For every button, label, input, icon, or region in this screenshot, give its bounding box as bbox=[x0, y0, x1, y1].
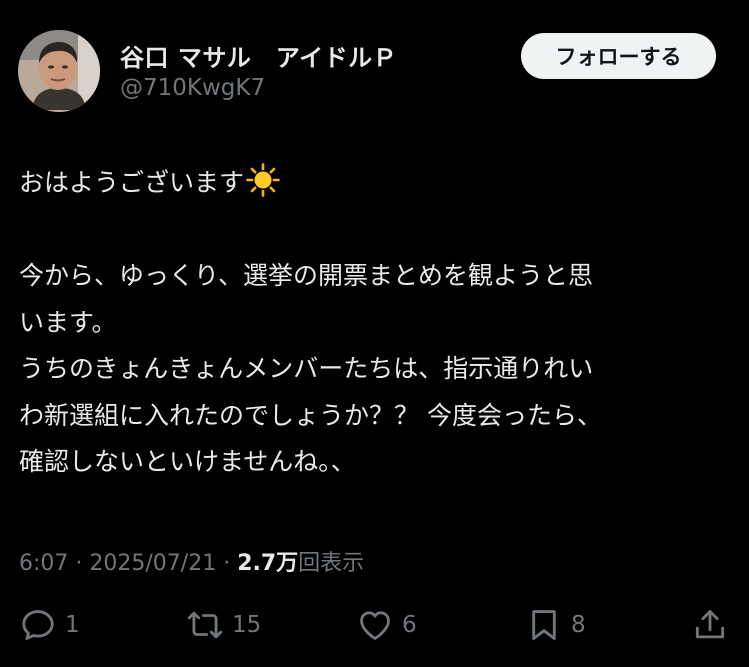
tweet-line: おはようございます bbox=[19, 160, 724, 207]
author-handle[interactable]: @710KwgK7 bbox=[120, 75, 265, 101]
tweet-date[interactable]: 2025/07/21 bbox=[89, 551, 216, 576]
meta-separator: · bbox=[68, 551, 90, 576]
views-label: 回表示 bbox=[298, 551, 365, 576]
heart-icon bbox=[360, 611, 390, 640]
tweet-text: おはようございます 今から、ゆっくり、選挙の開票まとめを観ようと思 います。 う… bbox=[19, 160, 724, 486]
follow-button[interactable]: フォローする bbox=[521, 33, 716, 79]
like-button[interactable]: 6 bbox=[356, 600, 417, 650]
share-icon bbox=[695, 610, 725, 639]
retweet-count: 15 bbox=[232, 612, 262, 638]
tweet-line: わ新選組に入れたのでしょうか？？ 今度会ったら、 bbox=[19, 400, 602, 430]
share-button[interactable] bbox=[691, 600, 729, 650]
bookmark-icon bbox=[532, 610, 556, 640]
tweet-line: います。 bbox=[19, 307, 117, 337]
avatar-image bbox=[18, 30, 100, 112]
sun-emoji-icon bbox=[246, 163, 280, 197]
action-bar: 1 15 6 8 bbox=[0, 600, 749, 650]
tweet-line: 今から、ゆっくり、選挙の開票まとめを観ようと思 bbox=[19, 261, 594, 290]
author-display-name[interactable]: 谷口 マサル アイドルＰ bbox=[120, 38, 397, 73]
tweet-line-text: おはようございます bbox=[19, 168, 245, 197]
reply-count: 1 bbox=[65, 612, 80, 638]
tweet-line: 確認しないといけませんね。、 bbox=[19, 447, 356, 476]
meta-separator: · bbox=[216, 551, 238, 576]
bookmark-button[interactable]: 8 bbox=[525, 600, 586, 650]
reply-icon bbox=[22, 610, 54, 640]
like-count: 6 bbox=[402, 612, 417, 638]
retweet-button[interactable]: 15 bbox=[186, 600, 261, 650]
avatar[interactable] bbox=[18, 30, 100, 112]
reply-button[interactable]: 1 bbox=[19, 600, 80, 650]
retweet-icon bbox=[187, 611, 223, 639]
tweet-meta: 6:07 · 2025/07/21 · 2.7万回表示 bbox=[19, 545, 364, 577]
tweet-line: うちのきょんきょんメンバーたちは、指示通りれい bbox=[19, 354, 594, 383]
tweet-time[interactable]: 6:07 bbox=[19, 551, 68, 576]
views-count: 2.7万 bbox=[237, 551, 299, 576]
bookmark-count: 8 bbox=[571, 612, 586, 638]
